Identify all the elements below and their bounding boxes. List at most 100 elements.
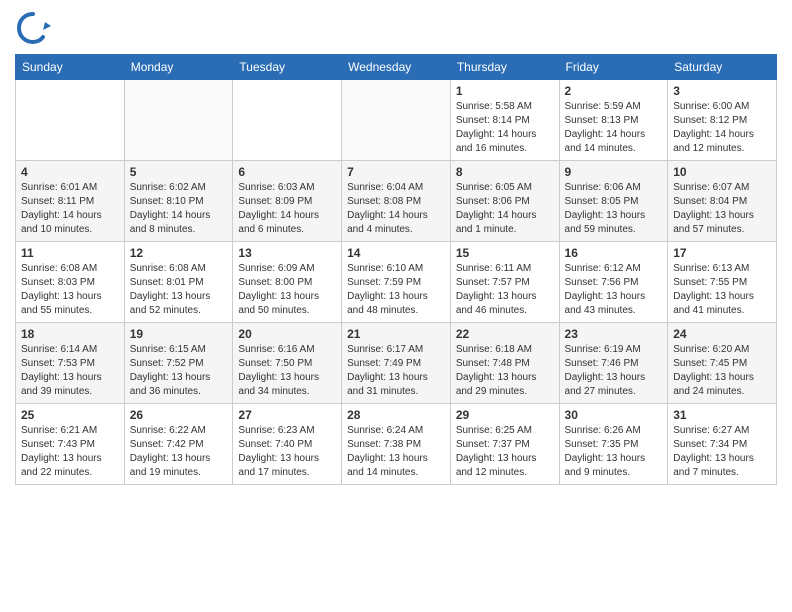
calendar-cell: 2 Sunrise: 5:59 AM Sunset: 8:13 PM Daylig… (559, 80, 668, 161)
calendar-cell (342, 80, 451, 161)
day-info: Sunrise: 6:08 AM Sunset: 8:03 PM Dayligh… (21, 262, 119, 318)
week-row-4: 18Sunrise: 6:14 AM Sunset: 7:53 PM Dayli… (16, 323, 777, 404)
day-info: Sunrise: 6:24 AM Sunset: 7:38 PM Dayligh… (347, 424, 445, 480)
day-number: 7 (347, 165, 445, 179)
day-number: 12 (130, 246, 228, 260)
calendar-cell: 29 Sunrise: 6:25 AM Sunset: 7:37 PM Dayli… (450, 404, 559, 485)
day-number: 16 (565, 246, 663, 260)
day-number: 11 (21, 246, 119, 260)
day-info: Sunrise: 6:23 AM Sunset: 7:40 PM Dayligh… (238, 424, 336, 480)
day-number: 13 (238, 246, 336, 260)
day-number: 22 (456, 327, 554, 341)
day-number: 14 (347, 246, 445, 260)
calendar-cell: 22 Sunrise: 6:18 AM Sunset: 7:48 PM Dayli… (450, 323, 559, 404)
main-container: SundayMondayTuesdayWednesdayThursdayFrid… (0, 0, 792, 495)
calendar-cell: 11 Sunrise: 6:08 AM Sunset: 8:03 PM Dayli… (16, 242, 125, 323)
day-number: 19 (130, 327, 228, 341)
day-info: Sunrise: 6:13 AM Sunset: 7:55 PM Dayligh… (673, 262, 771, 318)
day-number: 28 (347, 408, 445, 422)
calendar-cell: 13 Sunrise: 6:09 AM Sunset: 8:00 PM Dayli… (233, 242, 342, 323)
calendar-cell: 23 Sunrise: 6:19 AM Sunset: 7:46 PM Dayli… (559, 323, 668, 404)
calendar-cell: 28 Sunrise: 6:24 AM Sunset: 7:38 PM Dayli… (342, 404, 451, 485)
logo-icon (15, 10, 51, 46)
calendar-cell: 19 Sunrise: 6:15 AM Sunset: 7:52 PM Dayli… (124, 323, 233, 404)
calendar-cell: 8 Sunrise: 6:05 AM Sunset: 8:06 PM Daylig… (450, 161, 559, 242)
day-info: Sunrise: 6:06 AM Sunset: 8:05 PM Dayligh… (565, 181, 663, 237)
calendar-cell: 5 Sunrise: 6:02 AM Sunset: 8:10 PM Daylig… (124, 161, 233, 242)
day-info: Sunrise: 6:00 AM Sunset: 8:12 PM Dayligh… (673, 100, 771, 156)
day-info: Sunrise: 6:19 AM Sunset: 7:46 PM Dayligh… (565, 343, 663, 399)
week-row-2: 4Sunrise: 6:01 AM Sunset: 8:11 PM Daylig… (16, 161, 777, 242)
weekday-header-saturday: Saturday (668, 55, 777, 80)
day-info: Sunrise: 6:05 AM Sunset: 8:06 PM Dayligh… (456, 181, 554, 237)
day-number: 24 (673, 327, 771, 341)
calendar-cell: 26 Sunrise: 6:22 AM Sunset: 7:42 PM Dayli… (124, 404, 233, 485)
day-number: 1 (456, 84, 554, 98)
day-info: Sunrise: 6:10 AM Sunset: 7:59 PM Dayligh… (347, 262, 445, 318)
calendar-cell: 4Sunrise: 6:01 AM Sunset: 8:11 PM Daylig… (16, 161, 125, 242)
day-info: Sunrise: 6:12 AM Sunset: 7:56 PM Dayligh… (565, 262, 663, 318)
calendar-cell: 25 Sunrise: 6:21 AM Sunset: 7:43 PM Dayli… (16, 404, 125, 485)
weekday-header-tuesday: Tuesday (233, 55, 342, 80)
day-info: Sunrise: 6:21 AM Sunset: 7:43 PM Dayligh… (21, 424, 119, 480)
calendar-cell: 20 Sunrise: 6:16 AM Sunset: 7:50 PM Dayli… (233, 323, 342, 404)
day-info: Sunrise: 6:27 AM Sunset: 7:34 PM Dayligh… (673, 424, 771, 480)
week-row-3: 11 Sunrise: 6:08 AM Sunset: 8:03 PM Dayli… (16, 242, 777, 323)
day-info: Sunrise: 6:15 AM Sunset: 7:52 PM Dayligh… (130, 343, 228, 399)
calendar-cell: 27 Sunrise: 6:23 AM Sunset: 7:40 PM Dayli… (233, 404, 342, 485)
day-info: Sunrise: 6:02 AM Sunset: 8:10 PM Dayligh… (130, 181, 228, 237)
day-number: 27 (238, 408, 336, 422)
calendar-cell: 7 Sunrise: 6:04 AM Sunset: 8:08 PM Daylig… (342, 161, 451, 242)
calendar-cell: 17 Sunrise: 6:13 AM Sunset: 7:55 PM Dayli… (668, 242, 777, 323)
day-number: 25 (21, 408, 119, 422)
calendar-cell: 30Sunrise: 6:26 AM Sunset: 7:35 PM Dayli… (559, 404, 668, 485)
calendar-cell: 24 Sunrise: 6:20 AM Sunset: 7:45 PM Dayli… (668, 323, 777, 404)
day-info: Sunrise: 6:22 AM Sunset: 7:42 PM Dayligh… (130, 424, 228, 480)
day-info: Sunrise: 6:09 AM Sunset: 8:00 PM Dayligh… (238, 262, 336, 318)
day-info: Sunrise: 6:11 AM Sunset: 7:57 PM Dayligh… (456, 262, 554, 318)
calendar-cell: 31 Sunrise: 6:27 AM Sunset: 7:34 PM Dayli… (668, 404, 777, 485)
weekday-header-monday: Monday (124, 55, 233, 80)
weekday-header-friday: Friday (559, 55, 668, 80)
day-number: 5 (130, 165, 228, 179)
day-number: 21 (347, 327, 445, 341)
week-row-5: 25 Sunrise: 6:21 AM Sunset: 7:43 PM Dayli… (16, 404, 777, 485)
calendar-cell: 1 Sunrise: 5:58 AM Sunset: 8:14 PM Daylig… (450, 80, 559, 161)
calendar-cell: 9Sunrise: 6:06 AM Sunset: 8:05 PM Daylig… (559, 161, 668, 242)
calendar-cell: 10Sunrise: 6:07 AM Sunset: 8:04 PM Dayli… (668, 161, 777, 242)
day-number: 29 (456, 408, 554, 422)
day-info: Sunrise: 6:25 AM Sunset: 7:37 PM Dayligh… (456, 424, 554, 480)
day-number: 20 (238, 327, 336, 341)
day-number: 4 (21, 165, 119, 179)
day-number: 30 (565, 408, 663, 422)
day-number: 26 (130, 408, 228, 422)
day-number: 31 (673, 408, 771, 422)
logo (15, 10, 55, 46)
day-number: 2 (565, 84, 663, 98)
day-info: Sunrise: 6:04 AM Sunset: 8:08 PM Dayligh… (347, 181, 445, 237)
calendar-cell: 15 Sunrise: 6:11 AM Sunset: 7:57 PM Dayli… (450, 242, 559, 323)
calendar-cell: 16 Sunrise: 6:12 AM Sunset: 7:56 PM Dayli… (559, 242, 668, 323)
day-number: 17 (673, 246, 771, 260)
day-info: Sunrise: 5:59 AM Sunset: 8:13 PM Dayligh… (565, 100, 663, 156)
weekday-header-thursday: Thursday (450, 55, 559, 80)
day-info: Sunrise: 6:07 AM Sunset: 8:04 PM Dayligh… (673, 181, 771, 237)
day-number: 15 (456, 246, 554, 260)
calendar-cell: 18Sunrise: 6:14 AM Sunset: 7:53 PM Dayli… (16, 323, 125, 404)
day-info: Sunrise: 6:16 AM Sunset: 7:50 PM Dayligh… (238, 343, 336, 399)
day-info: Sunrise: 5:58 AM Sunset: 8:14 PM Dayligh… (456, 100, 554, 156)
day-info: Sunrise: 6:18 AM Sunset: 7:48 PM Dayligh… (456, 343, 554, 399)
week-row-1: 1 Sunrise: 5:58 AM Sunset: 8:14 PM Daylig… (16, 80, 777, 161)
day-number: 3 (673, 84, 771, 98)
calendar-cell: 6Sunrise: 6:03 AM Sunset: 8:09 PM Daylig… (233, 161, 342, 242)
header (15, 10, 777, 46)
calendar-cell (233, 80, 342, 161)
calendar-cell: 14 Sunrise: 6:10 AM Sunset: 7:59 PM Dayli… (342, 242, 451, 323)
day-info: Sunrise: 6:20 AM Sunset: 7:45 PM Dayligh… (673, 343, 771, 399)
day-number: 6 (238, 165, 336, 179)
day-number: 23 (565, 327, 663, 341)
day-info: Sunrise: 6:17 AM Sunset: 7:49 PM Dayligh… (347, 343, 445, 399)
day-info: Sunrise: 6:08 AM Sunset: 8:01 PM Dayligh… (130, 262, 228, 318)
day-number: 8 (456, 165, 554, 179)
day-number: 18 (21, 327, 119, 341)
